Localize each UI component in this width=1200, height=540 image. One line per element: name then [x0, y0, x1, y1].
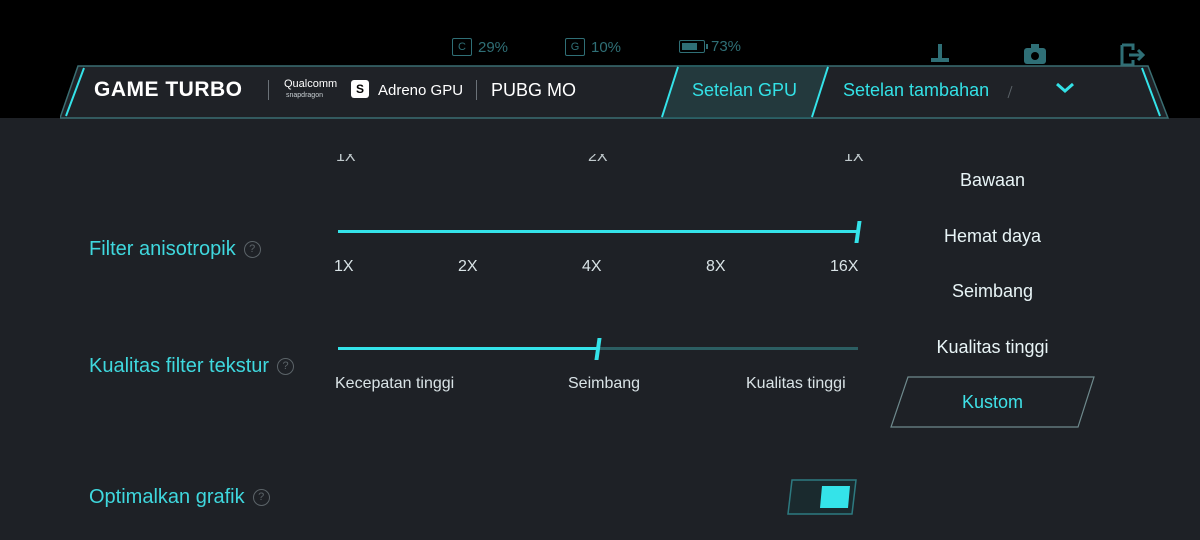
gpu-stat: G 10%	[565, 38, 621, 56]
battery-level: 73%	[711, 38, 742, 55]
slider-fill	[338, 347, 598, 350]
help-icon[interactable]: ?	[252, 489, 270, 506]
cpu-usage: 29%	[478, 38, 509, 56]
tab-gpu-settings[interactable]: Setelan GPU	[692, 80, 797, 101]
cpu-icon: C	[452, 38, 472, 56]
gpu-icon: G	[565, 38, 585, 56]
slider-fill	[338, 230, 858, 233]
cpu-stat: C 29%	[452, 38, 508, 56]
game-name: PUBG MO	[491, 80, 577, 100]
battery-icon	[679, 40, 708, 53]
preset-custom[interactable]: Kustom	[890, 376, 1095, 428]
tab-additional-settings[interactable]: Setelan tambahan	[843, 80, 989, 101]
battery-stat: 73%	[679, 38, 741, 55]
divider	[476, 80, 477, 100]
tick-label: 4X	[582, 258, 602, 275]
qualcomm-logo: Qualcomm snapdragon	[284, 78, 338, 100]
tick-label: 1X	[334, 258, 354, 275]
optimize-label: Optimalkan grafik?	[89, 486, 270, 509]
divider	[268, 80, 269, 100]
preset-balanced[interactable]: Seimbang	[890, 281, 1095, 302]
tick-label: 2X	[458, 258, 478, 275]
chevron-down-icon[interactable]	[1054, 78, 1076, 101]
texture-label: Kualitas filter tekstur?	[89, 355, 295, 378]
preset-power-saving[interactable]: Hemat daya	[890, 226, 1095, 247]
snapdragon-icon: S	[351, 80, 369, 98]
preset-default[interactable]: Bawaan	[890, 170, 1095, 191]
gpu-usage: 10%	[591, 38, 622, 56]
tick-label: Seimbang	[568, 375, 641, 392]
aniso-label: Filter anisotropik?	[89, 238, 261, 261]
preset-high-quality[interactable]: Kualitas tinggi	[890, 337, 1095, 358]
app-title: GAME TURBO	[94, 78, 243, 101]
tick-label: Kecepatan tinggi	[335, 375, 455, 392]
gpu-name: Adreno GPU	[378, 82, 464, 99]
tick-label: Kualitas tinggi	[746, 375, 846, 392]
tick-label: 8X	[706, 258, 726, 275]
optimize-toggle[interactable]	[786, 478, 858, 516]
tick-label: 16X	[830, 258, 859, 275]
help-icon[interactable]: ?	[243, 241, 261, 258]
help-icon[interactable]: ?	[277, 358, 295, 375]
